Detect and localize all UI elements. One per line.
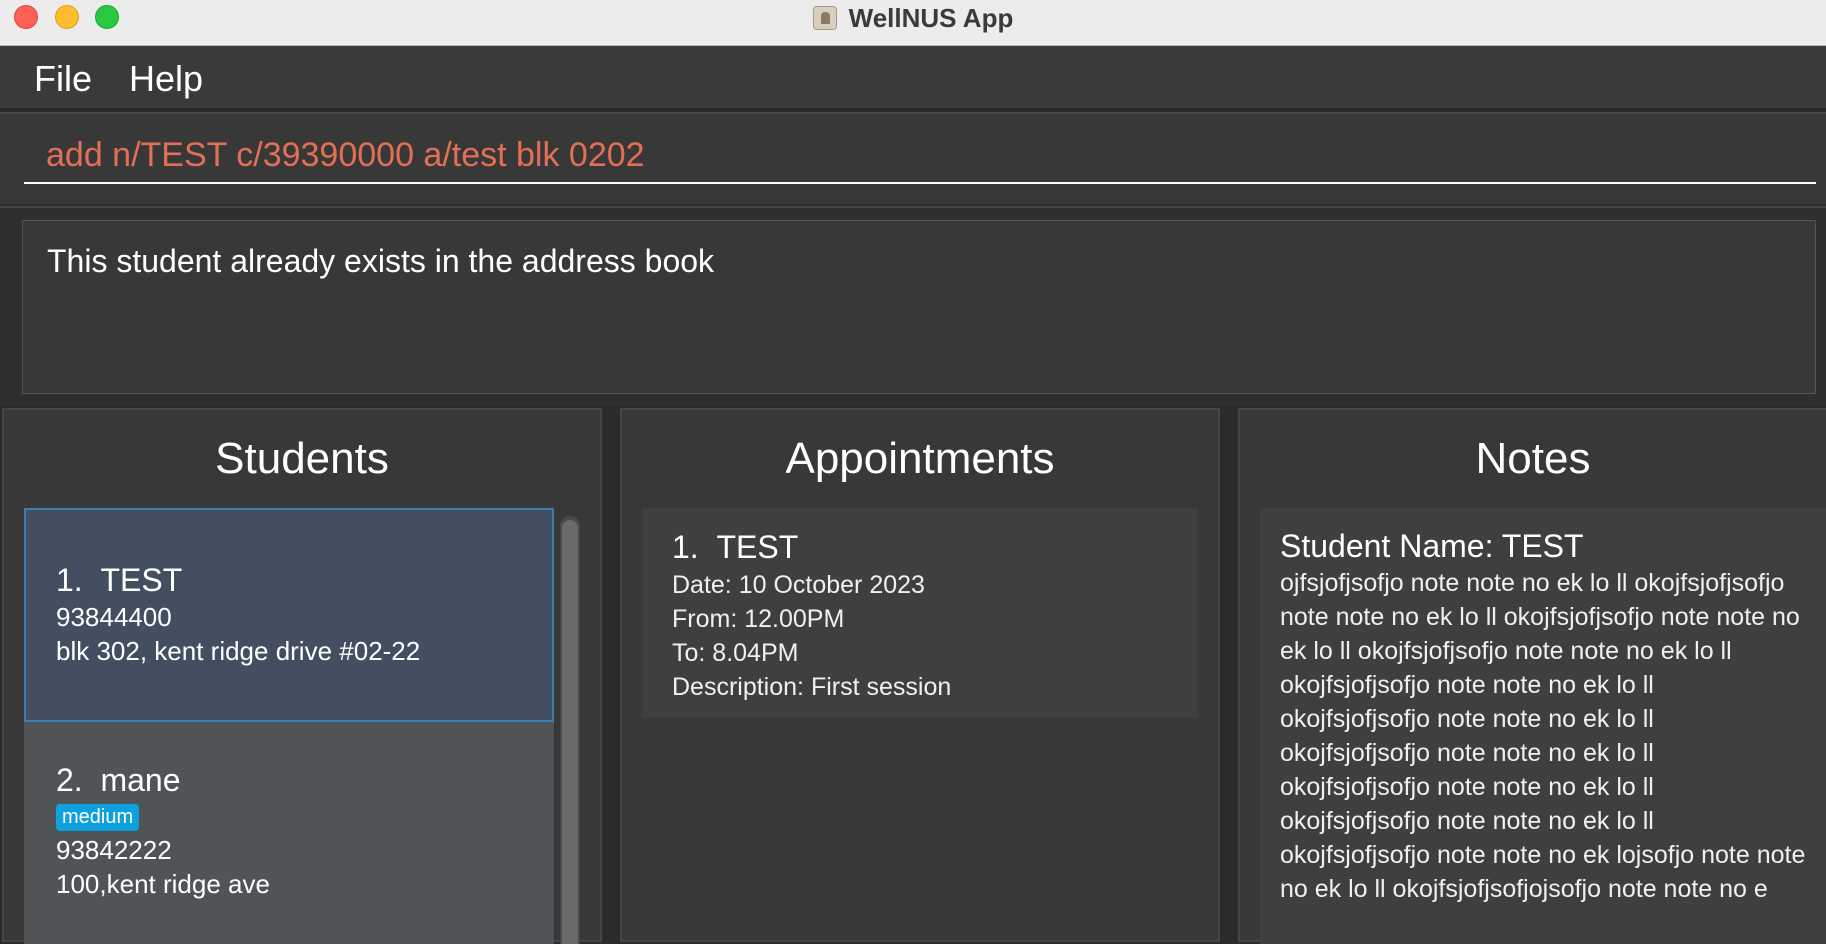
menu-file[interactable]: File bbox=[30, 58, 96, 100]
appointment-description: Description: First session bbox=[672, 673, 952, 701]
note-body: ojfsjofjsofjo note note no ek lo ll okoj… bbox=[1280, 569, 1806, 903]
appointment-name: 1. TEST bbox=[672, 526, 1198, 568]
student-list: 1. TEST 93844400 blk 302, kent ridge dri… bbox=[24, 508, 554, 944]
appointment-index: 1. bbox=[672, 529, 699, 565]
notes-panel: Notes Student Name: TEST ojfsjofjsofjo n… bbox=[1238, 408, 1826, 944]
scrollbar-thumb[interactable] bbox=[562, 520, 578, 944]
student-phone: 93842222 bbox=[56, 835, 172, 865]
student-address: blk 302, kent ridge drive #02-22 bbox=[56, 636, 421, 666]
students-title: Students bbox=[215, 434, 389, 483]
menu-help[interactable]: Help bbox=[125, 58, 207, 100]
appointment-to: To: 8.04PM bbox=[672, 639, 799, 667]
command-input[interactable] bbox=[24, 128, 1816, 184]
student-list-scrollbar[interactable] bbox=[560, 516, 580, 944]
appointment-date: Date: 10 October 2023 bbox=[672, 571, 925, 599]
students-panel: Students 1. TEST 93844400 blk 302, kent … bbox=[2, 408, 602, 944]
app-icon bbox=[812, 6, 837, 30]
window-title-group: WellNUS App bbox=[0, 0, 1826, 36]
student-address: 100,kent ridge ave bbox=[56, 869, 270, 899]
student-name: 2. mane bbox=[56, 760, 554, 800]
command-box bbox=[0, 112, 1826, 204]
menu-bar: File Help bbox=[0, 46, 1826, 110]
result-display-area: This student already exists in the addre… bbox=[0, 206, 1826, 406]
result-display: This student already exists in the addre… bbox=[22, 220, 1816, 394]
appointment-from: From: 12.00PM bbox=[672, 605, 845, 633]
student-name-text: mane bbox=[100, 762, 181, 798]
window-title: WellNUS App bbox=[848, 2, 1014, 33]
note-card[interactable]: Student Name: TEST ojfsjofjsofjo note no… bbox=[1260, 508, 1826, 944]
appointment-name-text: TEST bbox=[716, 529, 799, 565]
student-name: 1. TEST bbox=[56, 560, 552, 600]
student-card-2[interactable]: 2. mane medium 93842222 100,kent ridge a… bbox=[24, 722, 554, 944]
student-index: 1. bbox=[56, 562, 83, 598]
risk-tag: medium bbox=[56, 804, 140, 831]
note-student-name: Student Name: TEST bbox=[1280, 528, 1584, 564]
notes-title: Notes bbox=[1475, 434, 1591, 483]
appointments-panel: Appointments 1. TEST Date: 10 October 20… bbox=[620, 408, 1220, 942]
appointments-title: Appointments bbox=[785, 434, 1055, 483]
student-name-text: TEST bbox=[100, 562, 183, 598]
title-bar: WellNUS App bbox=[0, 0, 1826, 46]
student-index: 2. bbox=[56, 762, 83, 798]
appointment-card-1[interactable]: 1. TEST Date: 10 October 2023 From: 12.0… bbox=[642, 508, 1198, 718]
student-phone: 93844400 bbox=[56, 602, 172, 632]
student-card-1[interactable]: 1. TEST 93844400 blk 302, kent ridge dri… bbox=[24, 508, 554, 722]
